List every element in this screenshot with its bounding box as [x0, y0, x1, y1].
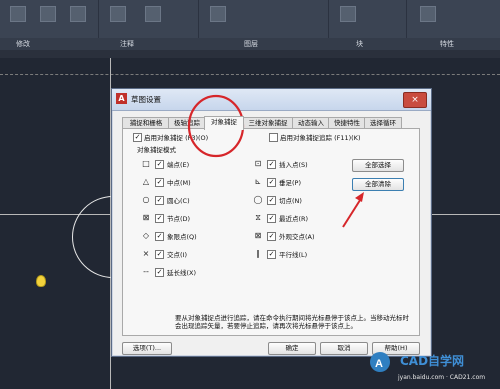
endpoint-checkbox[interactable]: ✓ — [155, 160, 164, 169]
apparent-intersection-label: 外观交点(A) — [279, 233, 315, 241]
insertion-icon: ⊡ — [254, 159, 262, 168]
select-all-button[interactable]: 全部选择 — [352, 159, 404, 172]
rotate-icon[interactable] — [40, 6, 56, 22]
endpoint-icon: □ — [142, 159, 150, 168]
center-checkbox[interactable]: ✓ — [155, 196, 164, 205]
enable-tracking-checkbox[interactable] — [269, 133, 278, 142]
extension-checkbox[interactable]: ✓ — [155, 268, 164, 277]
tab-object-snap[interactable]: 对象捕捉 — [204, 116, 244, 130]
node-label: 节点(D) — [167, 215, 191, 223]
trim-icon[interactable] — [70, 6, 86, 22]
extension-label: 延长线(X) — [167, 269, 197, 277]
extension-icon: -- — [143, 267, 149, 276]
dialog-title: 草图设置 — [131, 95, 161, 104]
dimension-icon[interactable] — [145, 6, 161, 22]
svg-text:A: A — [375, 358, 383, 370]
clear-all-button[interactable]: 全部清除 — [352, 178, 404, 191]
dialog-titlebar[interactable]: A 草图设置 × — [112, 89, 431, 111]
watermark-text: CAD自学网 — [400, 354, 465, 368]
object-snap-panel: ✓ 启用对象捕捉 (F3)(O) 启用对象捕捉追踪 (F11)(K) 对象捕捉模… — [122, 128, 420, 336]
file-tab-strip — [0, 50, 500, 58]
enable-tracking-label: 启用对象捕捉追踪 (F11)(K) — [280, 134, 361, 142]
nearest-label: 最近点(R) — [279, 215, 309, 223]
options-button[interactable]: 选项(T)... — [122, 342, 172, 355]
ribbon-panel-title: 特性 — [440, 40, 454, 48]
parallel-checkbox[interactable]: ✓ — [267, 250, 276, 259]
nearest-checkbox[interactable]: ✓ — [267, 214, 276, 223]
insert-block-icon[interactable] — [340, 6, 356, 22]
cancel-button[interactable]: 取消 — [320, 342, 368, 355]
perpendicular-label: 垂足(P) — [279, 179, 301, 187]
text-icon[interactable] — [110, 6, 126, 22]
perpendicular-icon: ⊾ — [254, 177, 262, 186]
node-checkbox[interactable]: ✓ — [155, 214, 164, 223]
quadrant-label: 象限点(Q) — [167, 233, 197, 241]
quadrant-checkbox[interactable]: ✓ — [155, 232, 164, 241]
midpoint-label: 中点(M) — [167, 179, 191, 187]
intersection-icon: × — [142, 249, 150, 258]
ribbon-panel-title: 注释 — [120, 40, 134, 48]
move-icon[interactable] — [10, 6, 26, 22]
nearest-icon: ⧖ — [255, 213, 261, 222]
ribbon-panel-title: 修改 — [16, 40, 30, 48]
parallel-icon: ∥ — [256, 249, 260, 258]
perpendicular-checkbox[interactable]: ✓ — [267, 178, 276, 187]
ribbon-panel-title: 块 — [356, 40, 363, 48]
tracking-hint-text: 要从对象捕捉点进行追踪，请在命令执行期间将光标悬停于该点上。当移动光标时会出现追… — [175, 314, 409, 330]
midpoint-checkbox[interactable]: ✓ — [155, 178, 164, 187]
center-icon: ○ — [142, 195, 150, 204]
midpoint-icon: △ — [142, 177, 150, 186]
center-label: 圆心(C) — [167, 197, 190, 205]
watermark-url: jyan.baidu.com · CAD21.com — [398, 374, 486, 381]
close-button[interactable]: × — [403, 92, 427, 108]
insertion-checkbox[interactable]: ✓ — [267, 160, 276, 169]
parallel-label: 平行线(L) — [279, 251, 308, 259]
dashed-line — [0, 74, 500, 75]
drafting-settings-dialog: A 草图设置 × 捕捉和栅格 极轴追踪 对象捕捉 三维对象捕捉 动态输入 快捷特… — [111, 88, 432, 357]
node-icon: ⊠ — [142, 213, 150, 222]
endpoint-label: 端点(E) — [167, 161, 190, 169]
apparent-intersection-checkbox[interactable]: ✓ — [267, 232, 276, 241]
snap-modes-group-label: 对象捕捉模式 — [137, 146, 176, 154]
tangent-checkbox[interactable]: ✓ — [267, 196, 276, 205]
quadrant-icon: ◇ — [142, 231, 150, 240]
enable-snap-checkbox[interactable]: ✓ — [133, 133, 142, 142]
layer-properties-icon[interactable] — [210, 6, 226, 22]
tangent-label: 切点(N) — [279, 197, 302, 205]
autocad-icon: A — [116, 93, 127, 104]
intersection-label: 交点(I) — [167, 251, 187, 259]
tangent-icon: ◯ — [253, 195, 263, 204]
apparent-intersection-icon: ⊠ — [254, 231, 262, 240]
match-properties-icon[interactable] — [420, 6, 436, 22]
lightbulb-icon — [36, 275, 46, 287]
ribbon-panel-title: 图层 — [244, 40, 258, 48]
insertion-label: 插入点(S) — [279, 161, 308, 169]
intersection-checkbox[interactable]: ✓ — [155, 250, 164, 259]
enable-snap-label: 启用对象捕捉 (F3)(O) — [144, 134, 209, 142]
ok-button[interactable]: 确定 — [268, 342, 316, 355]
